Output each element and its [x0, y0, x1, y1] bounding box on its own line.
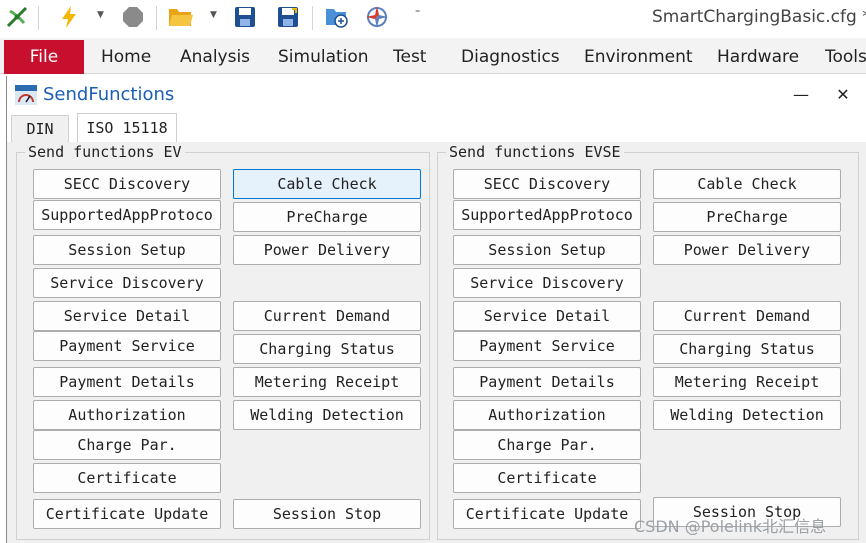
evse-charge-par-button[interactable]: Charge Par. [453, 430, 641, 460]
tab-environment[interactable]: Environment [584, 40, 693, 74]
tab-iso-15118[interactable]: ISO 15118 [77, 113, 177, 142]
tab-content: Send functions EV SECC Discovery Support… [7, 142, 866, 543]
ribbon-tabs: File Home Analysis Simulation Test Diagn… [0, 38, 866, 74]
minimize-button[interactable]: — [787, 82, 815, 106]
send-functions-window: SendFunctions — ✕ DIN ISO 15118 Send fun… [6, 76, 866, 543]
tab-test[interactable]: Test [393, 40, 426, 74]
ev-charge-par-button[interactable]: Charge Par. [33, 430, 221, 460]
group-label-evse: Send functions EVSE [446, 143, 624, 161]
evse-secc-discovery-button[interactable]: SECC Discovery [453, 169, 641, 199]
window-title-bar: SendFunctions — ✕ [7, 76, 866, 112]
quick-access-toolbar: ▼ ▼ ⁼ SmartChargingBasic.cfg * [ [0, 0, 866, 38]
lightning-dropdown-icon[interactable]: ▼ [97, 10, 104, 20]
ev-cable-check-button[interactable]: Cable Check [233, 169, 421, 199]
ev-certificate-update-button[interactable]: Certificate Update [33, 499, 221, 529]
app-logo-icon[interactable] [4, 4, 30, 30]
evse-current-demand-button[interactable]: Current Demand [653, 301, 841, 331]
close-button[interactable]: ✕ [829, 82, 857, 106]
save-as-icon[interactable] [275, 4, 301, 30]
evse-payment-details-button[interactable]: Payment Details [453, 367, 641, 397]
ev-charging-status-button[interactable]: Charging Status [233, 334, 421, 364]
ev-service-discovery-button[interactable]: Service Discovery [33, 268, 221, 298]
evse-metering-receipt-button[interactable]: Metering Receipt [653, 367, 841, 397]
tab-din[interactable]: DIN [11, 115, 69, 142]
network-config-icon[interactable] [324, 4, 350, 30]
watermark: CSDN @Polelink北汇信息 [634, 517, 827, 536]
group-label-ev: Send functions EV [25, 143, 185, 161]
protocol-tabs: DIN ISO 15118 [7, 112, 866, 142]
tab-file[interactable]: File [4, 40, 84, 74]
window-title: SendFunctions [43, 84, 175, 105]
open-folder-icon[interactable] [168, 4, 194, 30]
save-icon[interactable] [232, 4, 258, 30]
ev-session-stop-button[interactable]: Session Stop [233, 499, 421, 529]
lightning-icon[interactable] [56, 4, 82, 30]
ev-authorization-button[interactable]: Authorization [33, 400, 221, 430]
tab-analysis[interactable]: Analysis [180, 40, 250, 74]
evse-service-detail-button[interactable]: Service Detail [453, 301, 641, 331]
ev-payment-details-button[interactable]: Payment Details [33, 367, 221, 397]
ev-power-delivery-button[interactable]: Power Delivery [233, 235, 421, 265]
window-gauge-icon [15, 85, 37, 105]
evse-certificate-button[interactable]: Certificate [453, 463, 641, 493]
tab-home[interactable]: Home [101, 40, 151, 74]
evse-supported-app-protocol-button[interactable]: SupportedAppProtoco [453, 200, 641, 230]
ev-precharge-button[interactable]: PreCharge [233, 202, 421, 232]
evse-session-setup-button[interactable]: Session Setup [453, 235, 641, 265]
app-title: SmartChargingBasic.cfg * [ [652, 7, 866, 27]
ev-metering-receipt-button[interactable]: Metering Receipt [233, 367, 421, 397]
evse-welding-detection-button[interactable]: Welding Detection [653, 400, 841, 430]
evse-power-delivery-button[interactable]: Power Delivery [653, 235, 841, 265]
open-dropdown-icon[interactable]: ▼ [210, 10, 217, 20]
tab-diagnostics[interactable]: Diagnostics [461, 40, 560, 74]
ev-secc-discovery-button[interactable]: SECC Discovery [33, 169, 221, 199]
ev-session-setup-button[interactable]: Session Setup [33, 235, 221, 265]
ev-service-detail-button[interactable]: Service Detail [33, 301, 221, 331]
evse-charging-status-button[interactable]: Charging Status [653, 334, 841, 364]
tab-tools[interactable]: Tools [825, 40, 866, 74]
ev-certificate-button[interactable]: Certificate [33, 463, 221, 493]
stop-icon[interactable] [120, 4, 146, 30]
customize-toolbar-icon[interactable]: ⁼ [415, 8, 420, 19]
evse-authorization-button[interactable]: Authorization [453, 400, 641, 430]
tab-simulation[interactable]: Simulation [278, 40, 369, 74]
send-functions-ev-group: Send functions EV SECC Discovery Support… [16, 143, 430, 540]
evse-certificate-update-button[interactable]: Certificate Update [453, 499, 641, 529]
ev-welding-detection-button[interactable]: Welding Detection [233, 400, 421, 430]
compass-config-icon[interactable] [364, 4, 390, 30]
tab-hardware[interactable]: Hardware [717, 40, 799, 74]
ev-payment-service-button[interactable]: Payment Service [33, 331, 221, 361]
evse-service-discovery-button[interactable]: Service Discovery [453, 268, 641, 298]
send-functions-evse-group: Send functions EVSE SECC Discovery Suppo… [437, 143, 859, 540]
ev-current-demand-button[interactable]: Current Demand [233, 301, 421, 331]
ev-supported-app-protocol-button[interactable]: SupportedAppProtoco [33, 200, 221, 230]
evse-payment-service-button[interactable]: Payment Service [453, 331, 641, 361]
evse-cable-check-button[interactable]: Cable Check [653, 169, 841, 199]
evse-precharge-button[interactable]: PreCharge [653, 202, 841, 232]
